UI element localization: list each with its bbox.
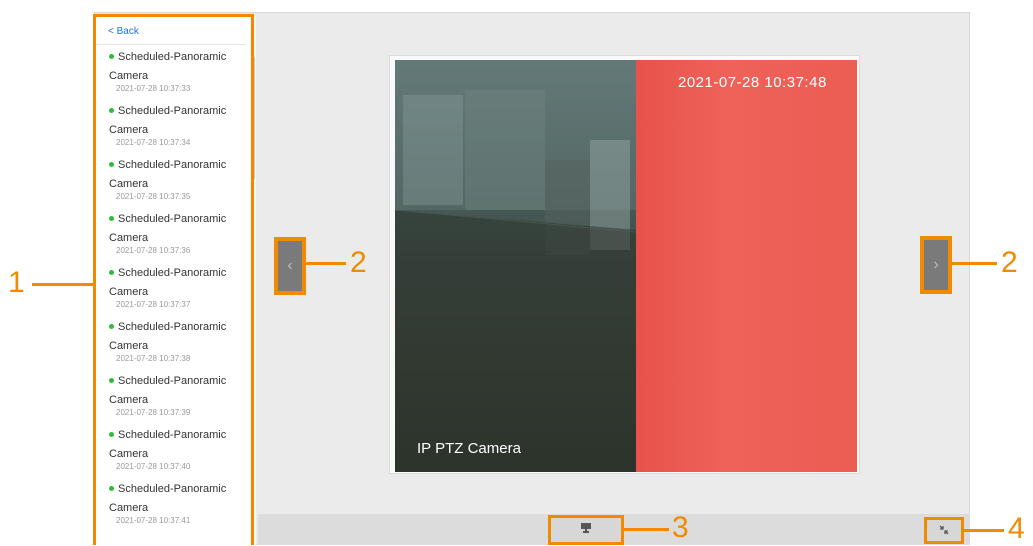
image-timestamp: 2021-07-28 10:37:48 — [678, 74, 827, 91]
callout-line-2-left — [306, 262, 346, 265]
chevron-left-icon: ‹ — [287, 257, 293, 274]
callout-line-1 — [32, 283, 94, 286]
callout-line-3 — [624, 528, 669, 531]
previous-image-button[interactable]: ‹ — [274, 237, 306, 295]
exit-fullscreen-button[interactable] — [924, 517, 964, 544]
callout-box-list — [93, 14, 254, 545]
callout-number-1: 1 — [8, 266, 25, 299]
snapshot-image-left — [395, 60, 636, 472]
callout-line-2-right — [952, 262, 997, 265]
exit-fullscreen-icon — [939, 525, 949, 535]
next-image-button[interactable]: › — [920, 236, 952, 294]
callout-number-3: 3 — [672, 511, 689, 544]
callout-line-4 — [964, 529, 1004, 532]
snapshot-image: 2021-07-28 10:37:48 IP PTZ Camera — [395, 60, 857, 472]
scene-illustration — [395, 60, 636, 472]
view-mode-button[interactable] — [548, 515, 624, 545]
monitor-icon — [581, 522, 591, 533]
callout-number-2-right: 2 — [1001, 246, 1018, 279]
image-camera-label: IP PTZ Camera — [417, 440, 521, 457]
callout-number-2-left: 2 — [350, 246, 367, 279]
callout-number-4: 4 — [1008, 512, 1025, 545]
chevron-right-icon: › — [933, 256, 939, 273]
snapshot-image-right — [636, 60, 857, 472]
